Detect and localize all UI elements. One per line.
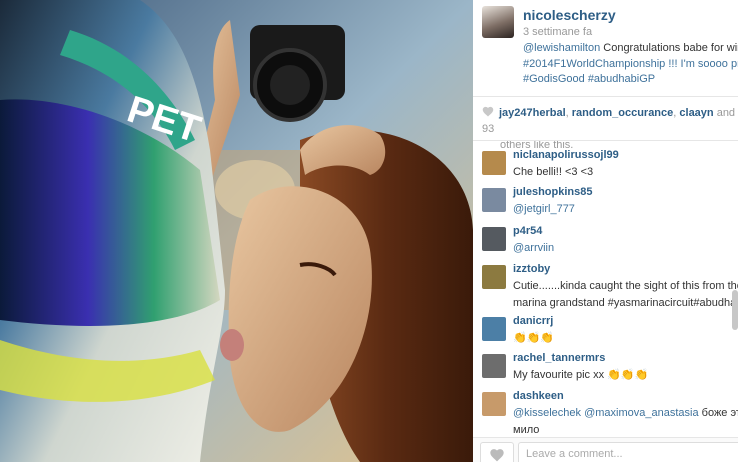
avatar[interactable] [482,317,506,341]
comment-text: 👏👏👏 [513,332,555,344]
comments-scrollbar[interactable] [732,290,738,330]
comment-username[interactable]: niclanapolirussojl99 [513,149,619,161]
caption-line-1: Congratulations babe for winning [603,42,738,54]
comment-text-line: marina grandstand #yasmarinacircuit#abud… [513,297,738,309]
post-photo: PET [0,0,473,462]
post-side-panel: nicolescherzy 3 settimane fa @lewishamil… [473,0,738,462]
divider [473,140,738,141]
caption-hashtags[interactable]: #GodisGood #abudhabiGP [523,72,738,88]
comment-text: @jetgirl_777 [513,201,738,218]
comment-footer [473,437,738,462]
comment-username[interactable]: dashkeen [513,390,564,402]
post-header: nicolescherzy 3 settimane fa @lewishamil… [473,0,738,94]
avatar[interactable] [482,354,506,378]
comment-mention-link[interactable]: @kisselechek [513,407,581,419]
like-button[interactable] [480,442,514,462]
heart-icon [490,449,504,462]
avatar[interactable] [482,392,506,416]
comment-text: @arrviin [513,240,738,257]
comment-input[interactable] [518,442,738,462]
liker-link[interactable]: claayn [679,107,713,119]
comment-mention-link[interactable]: @maximova_anastasia [584,407,699,419]
comment-mention-link[interactable]: @jetgirl_777 [513,203,575,215]
comment-text: @kisselechek @maximova_anastasia боже эт… [513,405,738,439]
comment-text: My favourite pic xx 👏👏👏 [513,369,649,381]
likes-summary: jay247herbal, random_occurance, claayn a… [482,105,738,153]
comment-username[interactable]: juleshopkins85 [513,186,592,198]
liker-link[interactable]: jay247herbal [499,107,566,119]
comment-username[interactable]: rachel_tannermrs [513,352,605,364]
avatar[interactable] [482,6,514,38]
comment-text: Cutie.......kinda caught the sight of th… [513,278,738,312]
comment-username[interactable]: danicrrj [513,315,553,327]
avatar[interactable] [482,265,506,289]
post-timestamp[interactable]: 3 settimane fa [523,26,592,38]
post-caption: @lewishamilton Congratulations babe for … [523,41,738,88]
comment-text: Che belli!! <3 <3 [513,166,594,178]
comment-username[interactable]: izztoby [513,263,550,275]
comment-username[interactable]: p4r54 [513,225,542,237]
comment-text-line: боже это [701,407,738,419]
avatar[interactable] [482,227,506,251]
comment-mention-link[interactable]: @arrviin [513,242,554,254]
post-author-username[interactable]: nicolescherzy [523,7,616,23]
heart-icon [482,106,494,117]
comment-text-line: Cutie.......kinda caught the sight of th… [513,280,738,292]
caption-hashtag-line[interactable]: #2014F1WorldChampionship !!! I'm soooo p… [523,57,738,73]
liker-link[interactable]: random_occurance [572,107,673,119]
divider [473,96,738,97]
avatar[interactable] [482,188,506,212]
photo-illustration: PET [0,0,473,462]
avatar[interactable] [482,151,506,175]
caption-mention-link[interactable]: @lewishamilton [523,42,600,54]
